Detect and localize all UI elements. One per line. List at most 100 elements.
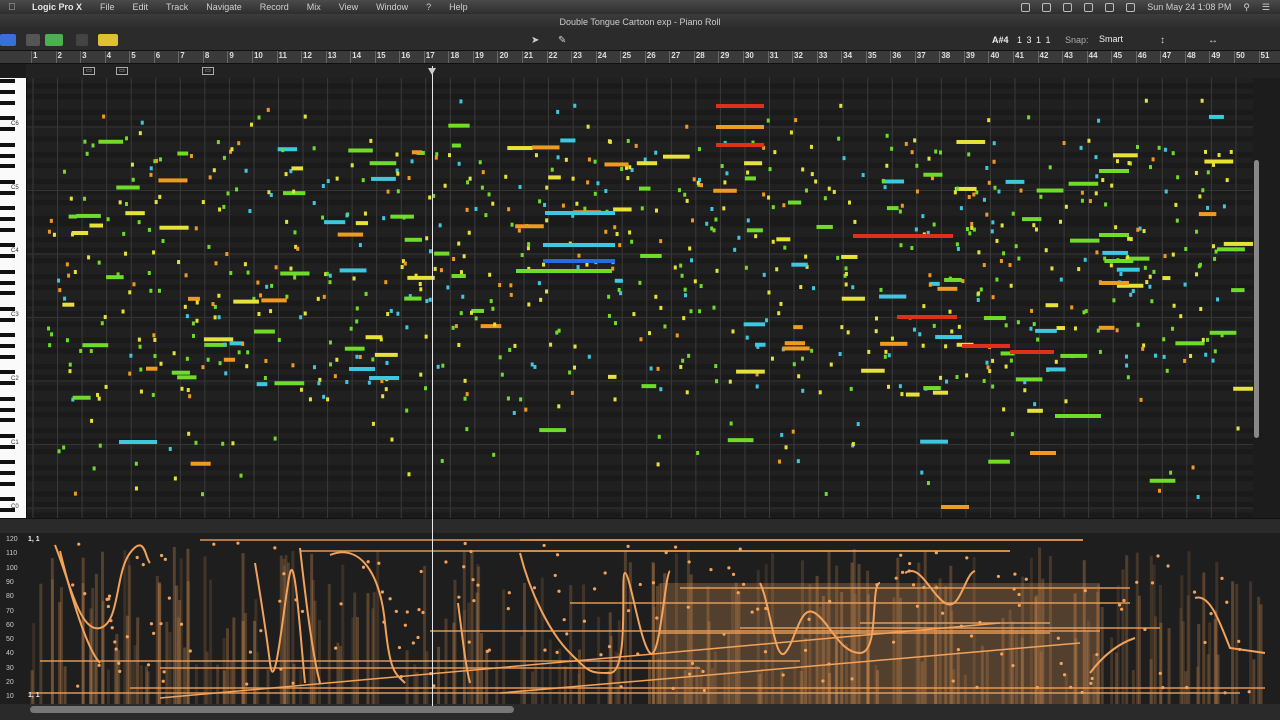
- midi-note[interactable]: [965, 227, 969, 232]
- velocity-point[interactable]: [969, 634, 974, 638]
- midi-note[interactable]: [727, 438, 754, 443]
- midi-note[interactable]: [241, 341, 245, 346]
- velocity-point[interactable]: [472, 599, 476, 603]
- midi-note[interactable]: [728, 379, 732, 384]
- automation-canvas[interactable]: [0, 533, 1280, 705]
- midi-note[interactable]: [1070, 305, 1074, 310]
- midi-note[interactable]: [1208, 114, 1224, 119]
- midi-note[interactable]: [689, 309, 693, 314]
- midi-note[interactable]: [685, 124, 689, 129]
- midi-note[interactable]: [504, 174, 508, 179]
- midi-note[interactable]: [98, 443, 102, 448]
- midi-note[interactable]: [976, 297, 980, 302]
- black-key[interactable]: [0, 269, 15, 274]
- black-key[interactable]: [0, 153, 15, 158]
- black-key[interactable]: [0, 333, 15, 338]
- midi-note[interactable]: [1162, 276, 1171, 281]
- midi-note[interactable]: [560, 138, 576, 143]
- midi-note[interactable]: [900, 203, 904, 208]
- midi-note[interactable]: [371, 176, 396, 181]
- midi-note[interactable]: [266, 107, 270, 112]
- midi-note[interactable]: [281, 148, 285, 153]
- midi-note[interactable]: [715, 268, 719, 273]
- midi-note[interactable]: [705, 221, 709, 226]
- midi-note[interactable]: [768, 167, 772, 172]
- black-key[interactable]: [0, 90, 15, 95]
- velocity-point[interactable]: [807, 617, 811, 621]
- velocity-bar[interactable]: [93, 658, 97, 705]
- midi-note[interactable]: [937, 286, 958, 291]
- midi-note[interactable]: [428, 195, 432, 200]
- midi-note[interactable]: [1059, 277, 1063, 282]
- midi-note[interactable]: [1145, 280, 1149, 285]
- midi-note[interactable]: [106, 217, 110, 222]
- midi-note[interactable]: [65, 262, 69, 267]
- midi-note[interactable]: [879, 294, 907, 299]
- midi-note[interactable]: [696, 450, 700, 455]
- velocity-bar[interactable]: [470, 550, 474, 705]
- midi-note[interactable]: [613, 225, 617, 230]
- midi-note[interactable]: [97, 396, 101, 401]
- midi-note[interactable]: [991, 384, 995, 389]
- midi-note[interactable]: [157, 288, 161, 293]
- midi-note[interactable]: [881, 178, 885, 183]
- midi-note[interactable]: [1131, 289, 1135, 294]
- menu-file[interactable]: File: [100, 2, 115, 12]
- velocity-bar[interactable]: [540, 577, 544, 705]
- midi-note[interactable]: [775, 267, 779, 272]
- midi-note[interactable]: [180, 386, 184, 391]
- midi-note[interactable]: [158, 194, 162, 199]
- midi-note[interactable]: [537, 281, 541, 286]
- search-icon[interactable]: ⚲: [1243, 2, 1250, 13]
- midi-note[interactable]: [890, 336, 894, 341]
- velocity-bar[interactable]: [1202, 572, 1206, 705]
- midi-note[interactable]: [851, 442, 855, 447]
- midi-note[interactable]: [587, 354, 591, 359]
- midi-note[interactable]: [985, 360, 989, 365]
- velocity-point[interactable]: [159, 553, 164, 558]
- velocity-point[interactable]: [911, 583, 916, 587]
- midi-note[interactable]: [480, 185, 484, 190]
- midi-note[interactable]: [371, 357, 375, 362]
- battery-icon[interactable]: [1126, 2, 1136, 12]
- velocity-point[interactable]: [463, 541, 467, 546]
- midi-note[interactable]: [425, 299, 429, 304]
- black-key[interactable]: [0, 206, 15, 211]
- midi-note[interactable]: [1045, 303, 1059, 308]
- velocity-point[interactable]: [1069, 685, 1073, 689]
- velocity-point[interactable]: [212, 542, 216, 546]
- midi-note[interactable]: [149, 172, 153, 177]
- midi-note[interactable]: [1142, 229, 1146, 234]
- midi-note[interactable]: [883, 185, 887, 190]
- velocity-point[interactable]: [935, 586, 939, 590]
- midi-note[interactable]: [792, 362, 796, 367]
- midi-note[interactable]: [384, 280, 388, 285]
- midi-note[interactable]: [654, 208, 658, 213]
- midi-note[interactable]: [586, 124, 590, 129]
- midi-note[interactable]: [468, 176, 472, 181]
- midi-note[interactable]: [593, 159, 597, 164]
- midi-note[interactable]: [677, 188, 681, 193]
- midi-note[interactable]: [187, 431, 191, 436]
- midi-note[interactable]: [1195, 229, 1199, 234]
- midi-note[interactable]: [390, 214, 414, 219]
- midi-note[interactable]: [885, 133, 889, 138]
- midi-note[interactable]: [993, 185, 997, 190]
- midi-note[interactable]: [374, 352, 398, 357]
- midi-note[interactable]: [1014, 244, 1018, 249]
- midi-note[interactable]: [607, 139, 611, 144]
- midi-note[interactable]: [325, 271, 329, 276]
- midi-note[interactable]: [1213, 349, 1217, 354]
- midi-note[interactable]: [134, 461, 138, 466]
- midi-note[interactable]: [203, 337, 234, 342]
- midi-note[interactable]: [47, 326, 51, 331]
- midi-note[interactable]: [235, 187, 239, 192]
- midi-note[interactable]: [402, 215, 406, 220]
- velocity-bar[interactable]: [548, 639, 552, 705]
- midi-note[interactable]: [577, 253, 581, 258]
- velocity-bar[interactable]: [1125, 555, 1129, 705]
- midi-note[interactable]: [659, 239, 663, 244]
- midi-note[interactable]: [173, 476, 177, 481]
- midi-note[interactable]: [683, 192, 687, 197]
- midi-note[interactable]: [1044, 248, 1048, 253]
